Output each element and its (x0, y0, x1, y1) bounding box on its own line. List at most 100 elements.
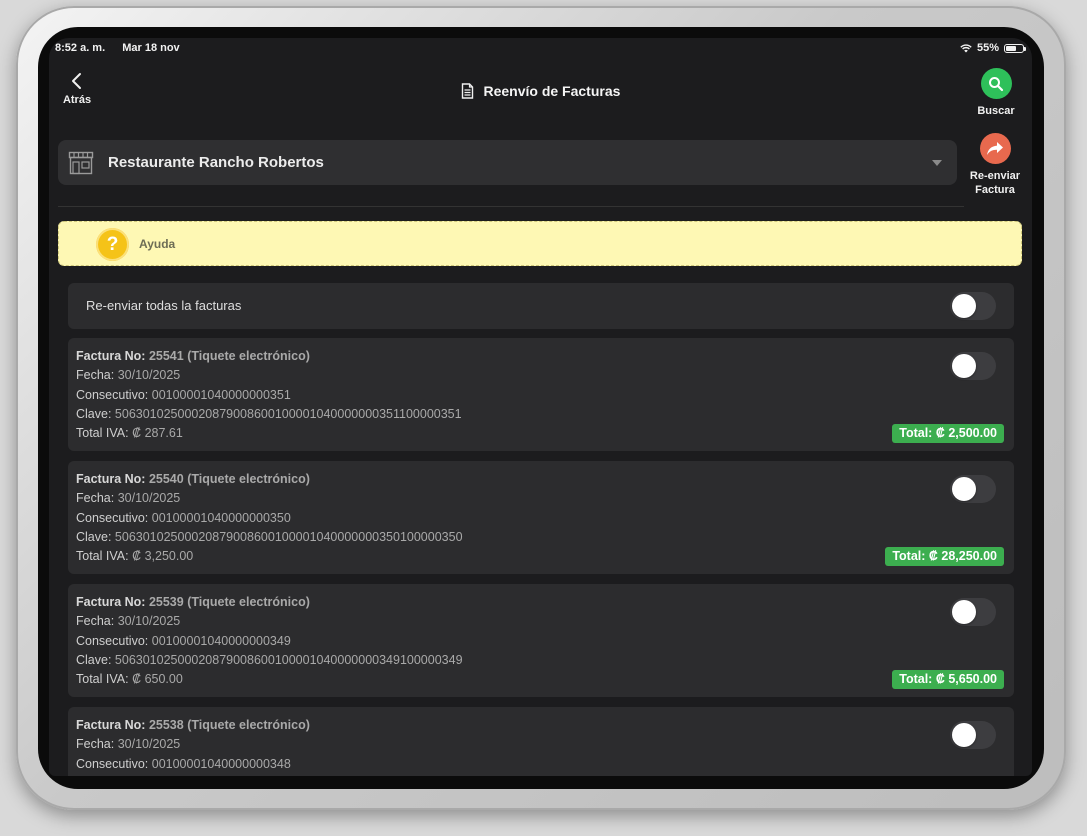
invoice-date-label: Fecha: (76, 368, 115, 383)
invoice-consecutive-label: Consecutivo: (76, 756, 149, 771)
invoice-date-line: Fecha: 30/10/2025 (76, 612, 463, 631)
battery-percent: 55% (976, 42, 999, 54)
toggle-knob (952, 294, 976, 318)
invoice-number-line: Factura No: 25539 (Tiquete electrónico) (76, 593, 463, 612)
invoice-date: 30/10/2025 (117, 614, 181, 629)
invoice-key-label: Clave: (76, 652, 112, 667)
invoice-details: Factura No: 25541 (Tiquete electrónico) … (76, 347, 462, 443)
toggle-knob (952, 354, 976, 378)
resend-all-row: Re-enviar todas la facturas (68, 283, 1014, 329)
page-title: Reenvío de Facturas (49, 83, 1032, 99)
invoice-number: 25541 (148, 349, 184, 363)
invoice-key: 5063010250002087900860010000104000000034… (114, 652, 463, 667)
invoice-type: (Tiquete electrónico) (187, 472, 310, 486)
invoice-consecutive-line: Consecutivo: 00100001040000000351 (76, 386, 462, 405)
invoice-number: 25540 (148, 472, 184, 486)
invoice-details: Factura No: 25538 (Tiquete electrónico) … (76, 716, 310, 774)
invoice-key-label: Clave: (76, 406, 112, 421)
invoice-number-line: Factura No: 25541 (Tiquete electrónico) (76, 347, 462, 366)
invoice-type: (Tiquete electrónico) (187, 718, 310, 732)
resend-all-label: Re-enviar todas la facturas (86, 298, 242, 313)
total-label: Total: (899, 426, 933, 440)
invoice-consecutive: 00100001040000000351 (151, 387, 291, 402)
invoice-consecutive-label: Consecutivo: (76, 510, 149, 525)
invoice-tax-label: Total IVA: (76, 672, 129, 687)
invoice-tax: ₡ 3,250.00 (132, 549, 194, 564)
invoice-number: 25539 (148, 595, 184, 609)
question-icon: ? (96, 228, 129, 261)
invoice-consecutive-line: Consecutivo: 00100001040000000350 (76, 509, 463, 528)
invoice-consecutive: 00100001040000000348 (151, 756, 291, 771)
invoice-details: Factura No: 25539 (Tiquete electrónico) … (76, 593, 463, 689)
invoice-date-line: Fecha: 30/10/2025 (76, 735, 310, 754)
help-label: Ayuda (139, 237, 176, 251)
invoice-key: 5063010250002087900860010000104000000035… (114, 529, 463, 544)
resend-circle (979, 133, 1011, 164)
invoice-type: (Tiquete electrónico) (187, 595, 310, 609)
invoice-key-line: Clave: 506301025000208790086001000010400… (76, 528, 463, 547)
invoice-date-line: Fecha: 30/10/2025 (76, 489, 463, 508)
invoice-total-badge: Total: ₡ 2,500.00 (892, 424, 1004, 443)
invoice-total-badge: Total: ₡ 28,250.00 (885, 547, 1004, 566)
search-circle (980, 68, 1012, 99)
resend-all-toggle[interactable] (950, 292, 996, 320)
invoice-total: ₡ 5,650.00 (935, 672, 997, 686)
page-title-text: Reenvío de Facturas (483, 83, 621, 99)
document-icon (461, 83, 473, 99)
invoice-tax-line: Total IVA: ₡ 287.61 (76, 424, 462, 443)
toggle-knob (952, 477, 976, 501)
invoice-tax: ₡ 650.00 (132, 672, 183, 687)
invoice-toggle[interactable] (950, 721, 996, 749)
invoice-consecutive-label: Consecutivo: (76, 633, 149, 648)
resend-label-line2: Factura (975, 184, 1015, 196)
invoice-consecutive: 00100001040000000349 (151, 633, 291, 648)
invoice-tax: ₡ 287.61 (132, 426, 183, 441)
invoice-total: ₡ 2,500.00 (935, 426, 997, 440)
dropdown-caret-icon (932, 160, 942, 166)
total-label: Total: (892, 549, 926, 563)
invoice-number-line: Factura No: 25538 (Tiquete electrónico) (76, 716, 310, 735)
invoice-key-label: Clave: (76, 529, 112, 544)
invoice-toggle[interactable] (950, 352, 996, 380)
invoice-total-badge: Total: ₡ 5,650.00 (892, 670, 1004, 689)
status-date: Mar 18 nov (122, 42, 180, 54)
invoice-date-label: Fecha: (76, 737, 115, 752)
search-label: Buscar (977, 105, 1015, 117)
invoice-number-label: Factura No: (76, 595, 146, 609)
invoice-consecutive-line: Consecutivo: 00100001040000000348 (76, 755, 310, 774)
invoice-card: Factura No: 25538 (Tiquete electrónico) … (68, 707, 1014, 776)
wifi-icon (960, 43, 972, 52)
invoice-date: 30/10/2025 (117, 491, 181, 506)
invoice-number-line: Factura No: 25540 (Tiquete electrónico) (76, 470, 463, 489)
invoice-key-line: Clave: 506301025000208790086001000010400… (76, 651, 463, 670)
invoice-tax-label: Total IVA: (76, 549, 129, 564)
invoice-consecutive-line: Consecutivo: 00100001040000000349 (76, 632, 463, 651)
store-selector[interactable]: Restaurante Rancho Robertos (58, 140, 957, 185)
share-arrow-icon (987, 142, 1003, 155)
invoice-key: 5063010250002087900860010000104000000035… (114, 406, 462, 421)
resend-invoice-button[interactable]: Re-enviar Factura (963, 133, 1027, 197)
invoice-card: Factura No: 25540 (Tiquete electrónico) … (68, 461, 1014, 574)
store-icon (68, 151, 94, 175)
invoice-number: 25538 (148, 718, 184, 732)
invoice-date-label: Fecha: (76, 491, 115, 506)
invoice-toggle[interactable] (950, 475, 996, 503)
help-banner[interactable]: ? Ayuda (58, 221, 1022, 266)
invoice-card: Factura No: 25539 (Tiquete electrónico) … (68, 584, 1014, 697)
invoice-card: Factura No: 25541 (Tiquete electrónico) … (68, 338, 1014, 451)
invoice-toggle[interactable] (950, 598, 996, 626)
app-screen: 8:52 a. m. Mar 18 nov 55% Atrás Reenvío … (49, 38, 1032, 776)
status-bar: 8:52 a. m. Mar 18 nov 55% (49, 38, 1032, 60)
invoice-tax-line: Total IVA: ₡ 650.00 (76, 670, 463, 689)
invoice-date-line: Fecha: 30/10/2025 (76, 366, 462, 385)
store-name: Restaurante Rancho Robertos (108, 154, 324, 171)
toggle-knob (952, 723, 976, 747)
divider (58, 206, 964, 207)
invoice-number-label: Factura No: (76, 718, 146, 732)
invoice-consecutive: 00100001040000000350 (151, 510, 291, 525)
search-button[interactable]: Buscar (964, 68, 1028, 118)
invoice-tax-line: Total IVA: ₡ 3,250.00 (76, 547, 463, 566)
battery-icon (1004, 43, 1026, 53)
resend-label-line1: Re-enviar (969, 170, 1021, 182)
invoice-type: (Tiquete electrónico) (187, 349, 310, 363)
